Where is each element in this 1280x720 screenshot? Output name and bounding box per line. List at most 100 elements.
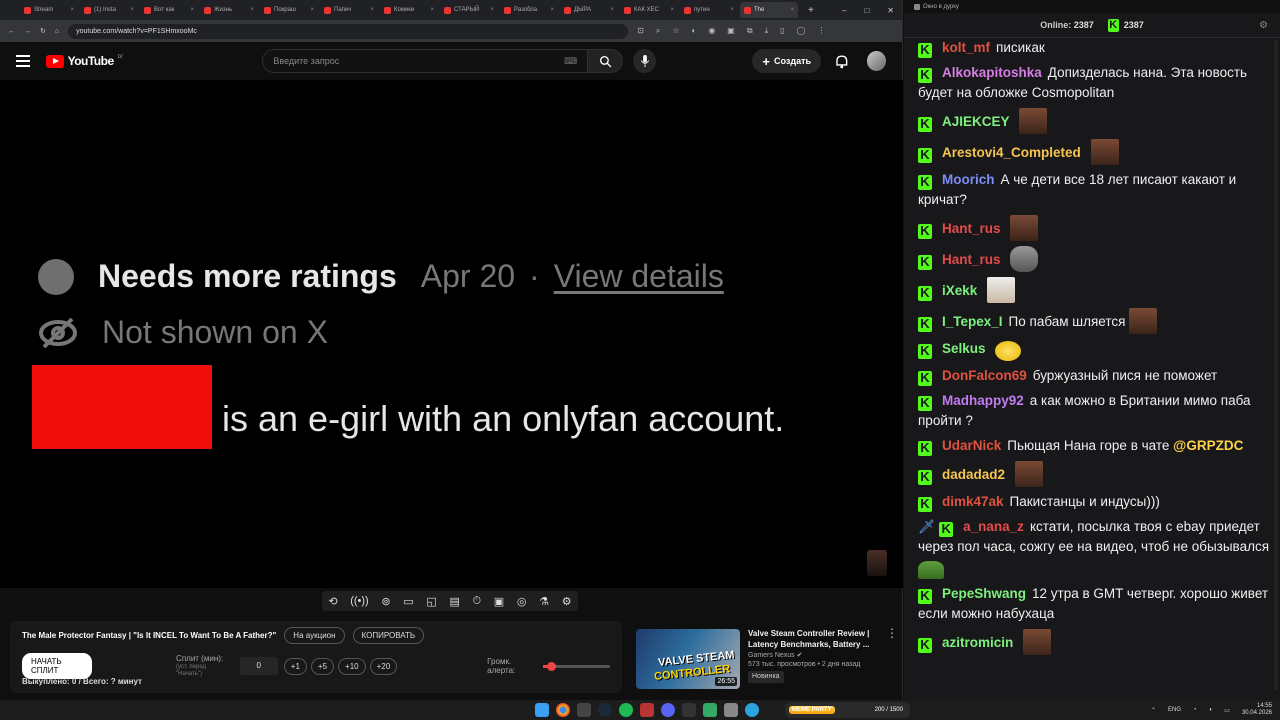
recommended-video-title[interactable]: Valve Steam Controller Review | Latency … bbox=[748, 629, 878, 651]
chat-settings-icon[interactable]: ⚙ bbox=[1259, 20, 1268, 31]
chat-username[interactable]: Hant_rus bbox=[942, 221, 1001, 236]
notifications-bell-icon[interactable] bbox=[835, 54, 849, 69]
split-view-icon[interactable]: ▯ bbox=[780, 26, 784, 36]
chat-username[interactable]: iXekk bbox=[942, 283, 977, 298]
player-tool-icon[interactable]: ⚙ bbox=[562, 595, 572, 608]
search-box[interactable]: Введите запрос ⌨ bbox=[262, 49, 589, 73]
player-tool-icon[interactable]: ⚗ bbox=[539, 595, 549, 608]
menu-icon[interactable] bbox=[16, 55, 30, 67]
search-input[interactable]: Введите запрос bbox=[273, 56, 564, 66]
chat-username[interactable]: Moorich bbox=[942, 172, 995, 187]
clock[interactable]: 14:55 30.04.2026 bbox=[1242, 703, 1272, 717]
player-tool-icon[interactable]: ⏱ bbox=[473, 595, 482, 608]
browser-tab[interactable]: Жизнь × bbox=[200, 2, 258, 18]
steam-icon[interactable] bbox=[598, 703, 612, 717]
channel-name[interactable]: Gamers Nexus bbox=[748, 652, 795, 659]
app-icon[interactable] bbox=[577, 703, 591, 717]
language-indicator[interactable]: ENG bbox=[1168, 707, 1181, 713]
tab-close-icon[interactable]: × bbox=[790, 7, 794, 13]
extension-icon[interactable]: ◉ bbox=[708, 26, 715, 36]
tab-close-icon[interactable]: × bbox=[70, 7, 74, 13]
volume-icon[interactable]: ◖ bbox=[1209, 707, 1213, 713]
player-tool-icon[interactable]: ▤ bbox=[449, 595, 459, 608]
media-player-icon[interactable] bbox=[682, 703, 696, 717]
tray-overflow-icon[interactable]: ⌃ bbox=[1151, 707, 1156, 714]
browser-tab[interactable]: КАК ХЕС × bbox=[620, 2, 678, 18]
browser-tab[interactable]: ДЫРА × bbox=[560, 2, 618, 18]
bookmark-star-icon[interactable]: ☆ bbox=[672, 26, 679, 36]
alert-volume-slider[interactable] bbox=[543, 661, 610, 671]
chat-username[interactable]: dadadad2 bbox=[942, 467, 1005, 482]
browser-tab[interactable]: Разобла × bbox=[500, 2, 558, 18]
player-tool-icon[interactable]: ((•)) bbox=[350, 595, 369, 607]
start-split-button[interactable]: НАЧАТЬ СПЛИТ bbox=[22, 653, 93, 679]
tab-close-icon[interactable]: × bbox=[670, 7, 674, 13]
chrome-icon[interactable] bbox=[556, 703, 570, 717]
reload-icon[interactable]: ↻ bbox=[40, 27, 46, 35]
search-button[interactable] bbox=[588, 49, 624, 73]
tab-close-icon[interactable]: × bbox=[370, 7, 374, 13]
chat-username[interactable]: dimk47ak bbox=[942, 494, 1004, 509]
auction-button[interactable]: На аукцион bbox=[284, 627, 345, 644]
chat-mention[interactable]: @GRPZDC bbox=[1173, 438, 1243, 453]
more-options-icon[interactable]: ⋮ bbox=[886, 627, 898, 691]
browser-tab[interactable]: (1) Insta × bbox=[80, 2, 138, 18]
browser-tab[interactable]: СТАРЫЙ × bbox=[440, 2, 498, 18]
app-icon[interactable] bbox=[640, 703, 654, 717]
tab-close-icon[interactable]: × bbox=[250, 7, 254, 13]
chat-username[interactable]: Arestovi4_Completed bbox=[942, 145, 1081, 160]
split-step-button[interactable]: +5 bbox=[310, 657, 335, 675]
start-menu-icon[interactable] bbox=[535, 703, 549, 717]
install-icon[interactable]: ⊡ bbox=[637, 26, 644, 36]
slider-handle[interactable] bbox=[547, 661, 557, 671]
player-tool-icon[interactable]: ⟲ bbox=[328, 595, 337, 608]
zoom-icon[interactable]: ⌕ bbox=[656, 26, 660, 36]
chat-username[interactable]: Alkokapitoshka bbox=[942, 65, 1042, 80]
tab-close-icon[interactable]: × bbox=[190, 7, 194, 13]
close-window-button[interactable]: ✕ bbox=[887, 6, 894, 15]
split-step-button[interactable]: +1 bbox=[283, 657, 307, 675]
spotify-icon[interactable] bbox=[619, 703, 633, 717]
app-icon[interactable] bbox=[703, 703, 717, 717]
chat-username[interactable]: AJIEKCEY bbox=[942, 114, 1010, 129]
extension-icon[interactable]: ▣ bbox=[727, 26, 735, 36]
chat-username[interactable]: Selkus bbox=[942, 341, 986, 356]
tab-close-icon[interactable]: × bbox=[130, 7, 134, 13]
tab-close-icon[interactable]: × bbox=[310, 7, 314, 13]
chat-username[interactable]: UdarNick bbox=[942, 438, 1001, 453]
split-step-button[interactable]: +20 bbox=[369, 657, 398, 675]
chat-username[interactable]: DonFalcon69 bbox=[942, 368, 1027, 383]
chat-username[interactable]: Hant_rus bbox=[942, 252, 1001, 267]
player-tool-icon[interactable]: ⊚ bbox=[381, 595, 390, 608]
address-bar[interactable]: youtube.com/watch?v=PF1SHmxooMc bbox=[68, 23, 629, 39]
chat-username[interactable]: PepeShwang bbox=[942, 586, 1026, 601]
browser-tab[interactable]: Комики × bbox=[380, 2, 438, 18]
browser-tab[interactable]: The × bbox=[740, 2, 798, 18]
browser-tab[interactable]: Покраш × bbox=[260, 2, 318, 18]
new-tab-button[interactable]: + bbox=[808, 5, 814, 16]
extension-icon[interactable]: ◐ bbox=[691, 26, 696, 36]
discord-icon[interactable] bbox=[661, 703, 675, 717]
profile-icon[interactable]: ◯ bbox=[797, 26, 806, 36]
browser-tab[interactable]: Stream × bbox=[20, 2, 78, 18]
download-icon[interactable]: ⤓ bbox=[765, 26, 769, 36]
telegram-icon[interactable] bbox=[745, 703, 759, 717]
maximize-button[interactable]: □ bbox=[864, 6, 869, 15]
copy-button[interactable]: КОПИРОВАТЬ bbox=[352, 627, 425, 644]
video-thumbnail[interactable]: VALVE STEAM CONTROLLER 26:55 bbox=[636, 629, 740, 689]
app-icon[interactable] bbox=[724, 703, 738, 717]
tab-close-icon[interactable]: × bbox=[430, 7, 434, 13]
player-tool-icon[interactable]: ▣ bbox=[494, 595, 504, 608]
recommended-video[interactable]: VALVE STEAM CONTROLLER 26:55 Valve Steam… bbox=[636, 627, 898, 691]
browser-tab[interactable]: Вот как × bbox=[140, 2, 198, 18]
home-icon[interactable]: ⌂ bbox=[55, 28, 59, 35]
split-minutes-input[interactable]: 0 bbox=[239, 657, 278, 675]
chat-scrollbar[interactable] bbox=[1274, 40, 1278, 690]
tab-close-icon[interactable]: × bbox=[490, 7, 494, 13]
battery-icon[interactable]: ▭ bbox=[1224, 707, 1230, 714]
voice-search-button[interactable] bbox=[633, 49, 657, 73]
create-button[interactable]: + Создать bbox=[752, 49, 822, 73]
avatar[interactable] bbox=[866, 51, 887, 71]
tab-close-icon[interactable]: × bbox=[550, 7, 554, 13]
split-step-button[interactable]: +10 bbox=[338, 657, 366, 675]
